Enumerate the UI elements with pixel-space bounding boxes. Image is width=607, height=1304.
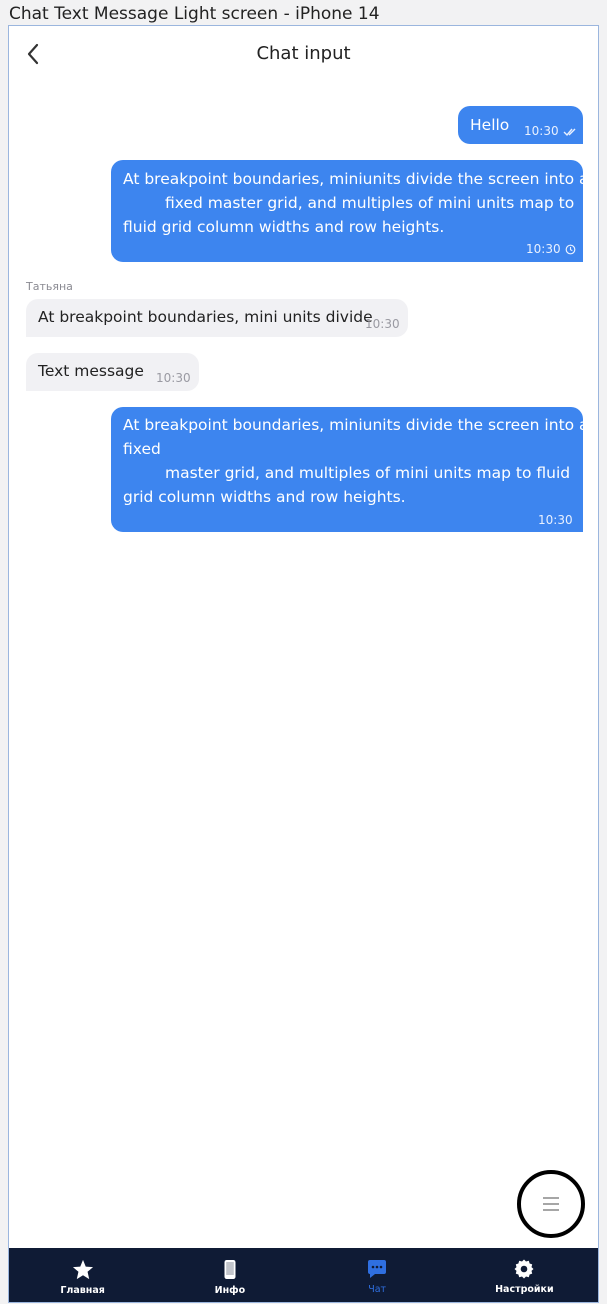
menu-fab-button[interactable] [517, 1170, 585, 1238]
tab-label: Главная [60, 1285, 105, 1296]
incoming-message[interactable]: At breakpoint boundaries, mini units div… [26, 299, 408, 337]
message-time: 10:30 [156, 371, 191, 385]
tab-label: Инфо [214, 1285, 246, 1296]
tab-label: Настройки [495, 1284, 554, 1295]
message-line: fixed [123, 440, 161, 458]
message-line: At breakpoint boundaries, miniunits divi… [123, 170, 589, 188]
star-icon [72, 1259, 93, 1280]
message-time: 10:30 [526, 242, 561, 256]
phone-icon [224, 1260, 236, 1279]
phone-screen: Chat input Hello 10:30 At breakpoint bou… [8, 25, 599, 1303]
message-time: 10:30 [365, 317, 400, 331]
tab-label: Чат [368, 1284, 387, 1295]
message-time: 10:30 [524, 124, 559, 138]
chat-icon [368, 1260, 387, 1278]
frame-title: Chat Text Message Light screen - iPhone … [9, 4, 380, 24]
tab-info[interactable]: Инфо [156, 1248, 303, 1302]
tab-chat[interactable]: Чат [304, 1248, 451, 1302]
message-text: Hello [470, 116, 510, 134]
tab-settings[interactable]: Настройки [451, 1248, 598, 1302]
incoming-message[interactable]: Text message 10:30 [26, 353, 199, 391]
message-text: At breakpoint boundaries, mini units div… [38, 308, 373, 326]
double-check-icon [563, 128, 576, 137]
message-time: 10:30 [538, 513, 573, 527]
message-line: grid column widths and row heights. [123, 488, 406, 506]
header: Chat input [9, 26, 598, 82]
message-line: master grid, and multiples of mini units… [165, 464, 571, 482]
message-text: Text message [38, 362, 144, 380]
gear-icon [514, 1259, 534, 1279]
outgoing-message[interactable]: At breakpoint boundaries, miniunits divi… [111, 160, 589, 262]
outgoing-message[interactable]: At breakpoint boundaries, miniunits divi… [111, 407, 589, 532]
tab-home[interactable]: Главная [9, 1248, 156, 1302]
message-line: At breakpoint boundaries, miniunits divi… [123, 416, 589, 434]
menu-icon [543, 1197, 559, 1211]
message-line: fixed master grid, and multiples of mini… [165, 194, 575, 212]
bottom-tab-bar: Главная Инфо Чат Настройки [9, 1248, 598, 1302]
clock-icon [565, 244, 576, 255]
outgoing-message[interactable]: Hello 10:30 [458, 106, 583, 144]
message-line: fluid grid column widths and row heights… [123, 218, 445, 236]
page-title: Chat input [256, 43, 351, 64]
sender-name: Татьяна [26, 280, 73, 293]
